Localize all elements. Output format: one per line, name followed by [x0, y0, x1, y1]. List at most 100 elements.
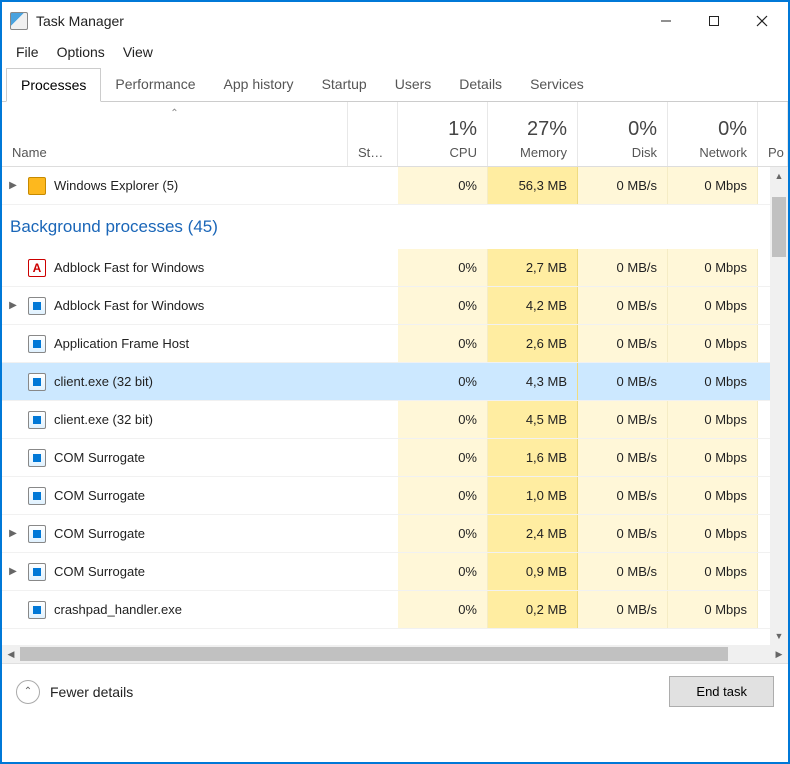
disk-value: 0 MB/s [578, 249, 668, 286]
process-name: COM Surrogate [54, 526, 348, 541]
disk-value: 0 MB/s [578, 477, 668, 514]
tab-details[interactable]: Details [445, 68, 516, 101]
cpu-summary: 1% [448, 118, 477, 141]
tab-performance[interactable]: Performance [101, 68, 209, 101]
cpu-value: 0% [398, 363, 488, 400]
tab-services[interactable]: Services [516, 68, 598, 101]
maximize-button[interactable] [690, 5, 738, 37]
cpu-value: 0% [398, 287, 488, 324]
cpu-value: 0% [398, 249, 488, 286]
memory-value: 56,3 MB [488, 167, 578, 204]
table-row[interactable]: crashpad_handler.exe 0%0,2 MB0 MB/s0 Mbps [2, 591, 788, 629]
tab-app-history[interactable]: App history [210, 68, 308, 101]
app-icon [28, 601, 46, 619]
scroll-thumb[interactable] [772, 197, 786, 257]
expand-icon[interactable]: ▶ [2, 300, 24, 311]
table-row[interactable]: ▶Adblock Fast for Windows0%4,2 MB0 MB/s0… [2, 287, 788, 325]
process-name: COM Surrogate [54, 450, 348, 465]
process-name: crashpad_handler.exe [54, 602, 348, 617]
process-name: Application Frame Host [54, 336, 348, 351]
titlebar[interactable]: Task Manager [2, 2, 788, 40]
app-icon [28, 449, 46, 467]
disk-value: 0 MB/s [578, 325, 668, 362]
table-row[interactable]: client.exe (32 bit)0%4,5 MB0 MB/s0 Mbps [2, 401, 788, 439]
scroll-down-icon[interactable]: ▼ [770, 627, 788, 645]
table-row[interactable]: ▶COM Surrogate0%2,4 MB0 MB/s0 Mbps [2, 515, 788, 553]
memory-value: 2,7 MB [488, 249, 578, 286]
table-row[interactable]: ▶ Windows Explorer (5) 0% 56,3 MB 0 MB/s… [2, 167, 788, 205]
process-name: Adblock Fast for Windows [54, 298, 348, 313]
cpu-label: CPU [450, 145, 477, 160]
table-row[interactable]: A Adblock Fast for Windows 0%2,7 MB0 MB/s0… [2, 249, 788, 287]
memory-value: 0,2 MB [488, 591, 578, 628]
process-name: COM Surrogate [54, 564, 348, 579]
adblock-icon: A [28, 259, 46, 277]
disk-value: 0 MB/s [578, 591, 668, 628]
cpu-value: 0% [398, 325, 488, 362]
expand-icon[interactable]: ▶ [2, 180, 24, 191]
network-value: 0 Mbps [668, 439, 758, 476]
window-title: Task Manager [36, 13, 642, 29]
scroll-left-icon[interactable]: ◀ [2, 649, 20, 660]
vertical-scrollbar[interactable]: ▲ ▼ [770, 167, 788, 645]
memory-value: 4,5 MB [488, 401, 578, 438]
app-icon [28, 525, 46, 543]
scroll-thumb-h[interactable] [20, 647, 728, 661]
app-icon [28, 487, 46, 505]
menu-file[interactable]: File [8, 42, 47, 62]
horizontal-scrollbar[interactable]: ◀ ▶ [2, 645, 788, 663]
app-icon [28, 411, 46, 429]
minimize-button[interactable] [642, 5, 690, 37]
column-network[interactable]: 0% Network [668, 102, 758, 166]
tab-processes[interactable]: Processes [6, 68, 101, 102]
tab-startup[interactable]: Startup [308, 68, 381, 101]
expand-icon[interactable]: ▶ [2, 566, 24, 577]
memory-value: 4,3 MB [488, 363, 578, 400]
column-cpu[interactable]: 1% CPU [398, 102, 488, 166]
expand-icon[interactable]: ▶ [2, 528, 24, 539]
menu-options[interactable]: Options [49, 42, 113, 62]
table-row[interactable]: COM Surrogate0%1,0 MB0 MB/s0 Mbps [2, 477, 788, 515]
table-row[interactable]: Application Frame Host0%2,6 MB0 MB/s0 Mb… [2, 325, 788, 363]
column-headers: ⌃ Name St… 1% CPU 27% Memory 0% Disk 0% … [2, 102, 788, 167]
group-label: Background processes (45) [10, 217, 218, 237]
cpu-value: 0% [398, 477, 488, 514]
close-button[interactable] [738, 5, 786, 37]
tab-users[interactable]: Users [381, 68, 446, 101]
disk-value: 0 MB/s [578, 553, 668, 590]
network-value: 0 Mbps [668, 591, 758, 628]
network-value: 0 Mbps [668, 553, 758, 590]
end-task-button[interactable]: End task [669, 676, 774, 707]
process-name: client.exe (32 bit) [54, 374, 348, 389]
cpu-value: 0% [398, 515, 488, 552]
column-disk[interactable]: 0% Disk [578, 102, 668, 166]
table-row[interactable]: COM Surrogate0%1,6 MB0 MB/s0 Mbps [2, 439, 788, 477]
column-partial[interactable]: Po [758, 102, 788, 166]
sort-arrow-icon: ⌃ [170, 108, 178, 119]
column-status[interactable]: St… [348, 102, 398, 166]
table-row[interactable]: ▶COM Surrogate0%0,9 MB0 MB/s0 Mbps [2, 553, 788, 591]
column-name-label: Name [12, 145, 47, 160]
table-row[interactable]: client.exe (32 bit)0%4,3 MB0 MB/s0 Mbps [2, 363, 788, 401]
chevron-up-icon: ⌃ [16, 680, 40, 704]
network-value: 0 Mbps [668, 249, 758, 286]
process-name: COM Surrogate [54, 488, 348, 503]
memory-value: 4,2 MB [488, 287, 578, 324]
app-icon [28, 335, 46, 353]
column-memory[interactable]: 27% Memory [488, 102, 578, 166]
process-name: Adblock Fast for Windows [54, 260, 348, 275]
process-name: Windows Explorer (5) [54, 178, 348, 193]
disk-value: 0 MB/s [578, 363, 668, 400]
cpu-value: 0% [398, 553, 488, 590]
group-header-background[interactable]: Background processes (45) [2, 205, 788, 249]
network-label: Network [699, 145, 747, 160]
fewer-details-button[interactable]: ⌃ Fewer details [16, 680, 133, 704]
menu-view[interactable]: View [115, 42, 161, 62]
column-name[interactable]: ⌃ Name [2, 102, 348, 166]
cpu-value: 0% [398, 401, 488, 438]
cpu-value: 0% [398, 439, 488, 476]
cpu-value: 0% [398, 591, 488, 628]
scroll-up-icon[interactable]: ▲ [770, 167, 788, 185]
disk-value: 0 MB/s [578, 515, 668, 552]
scroll-right-icon[interactable]: ▶ [770, 649, 788, 660]
